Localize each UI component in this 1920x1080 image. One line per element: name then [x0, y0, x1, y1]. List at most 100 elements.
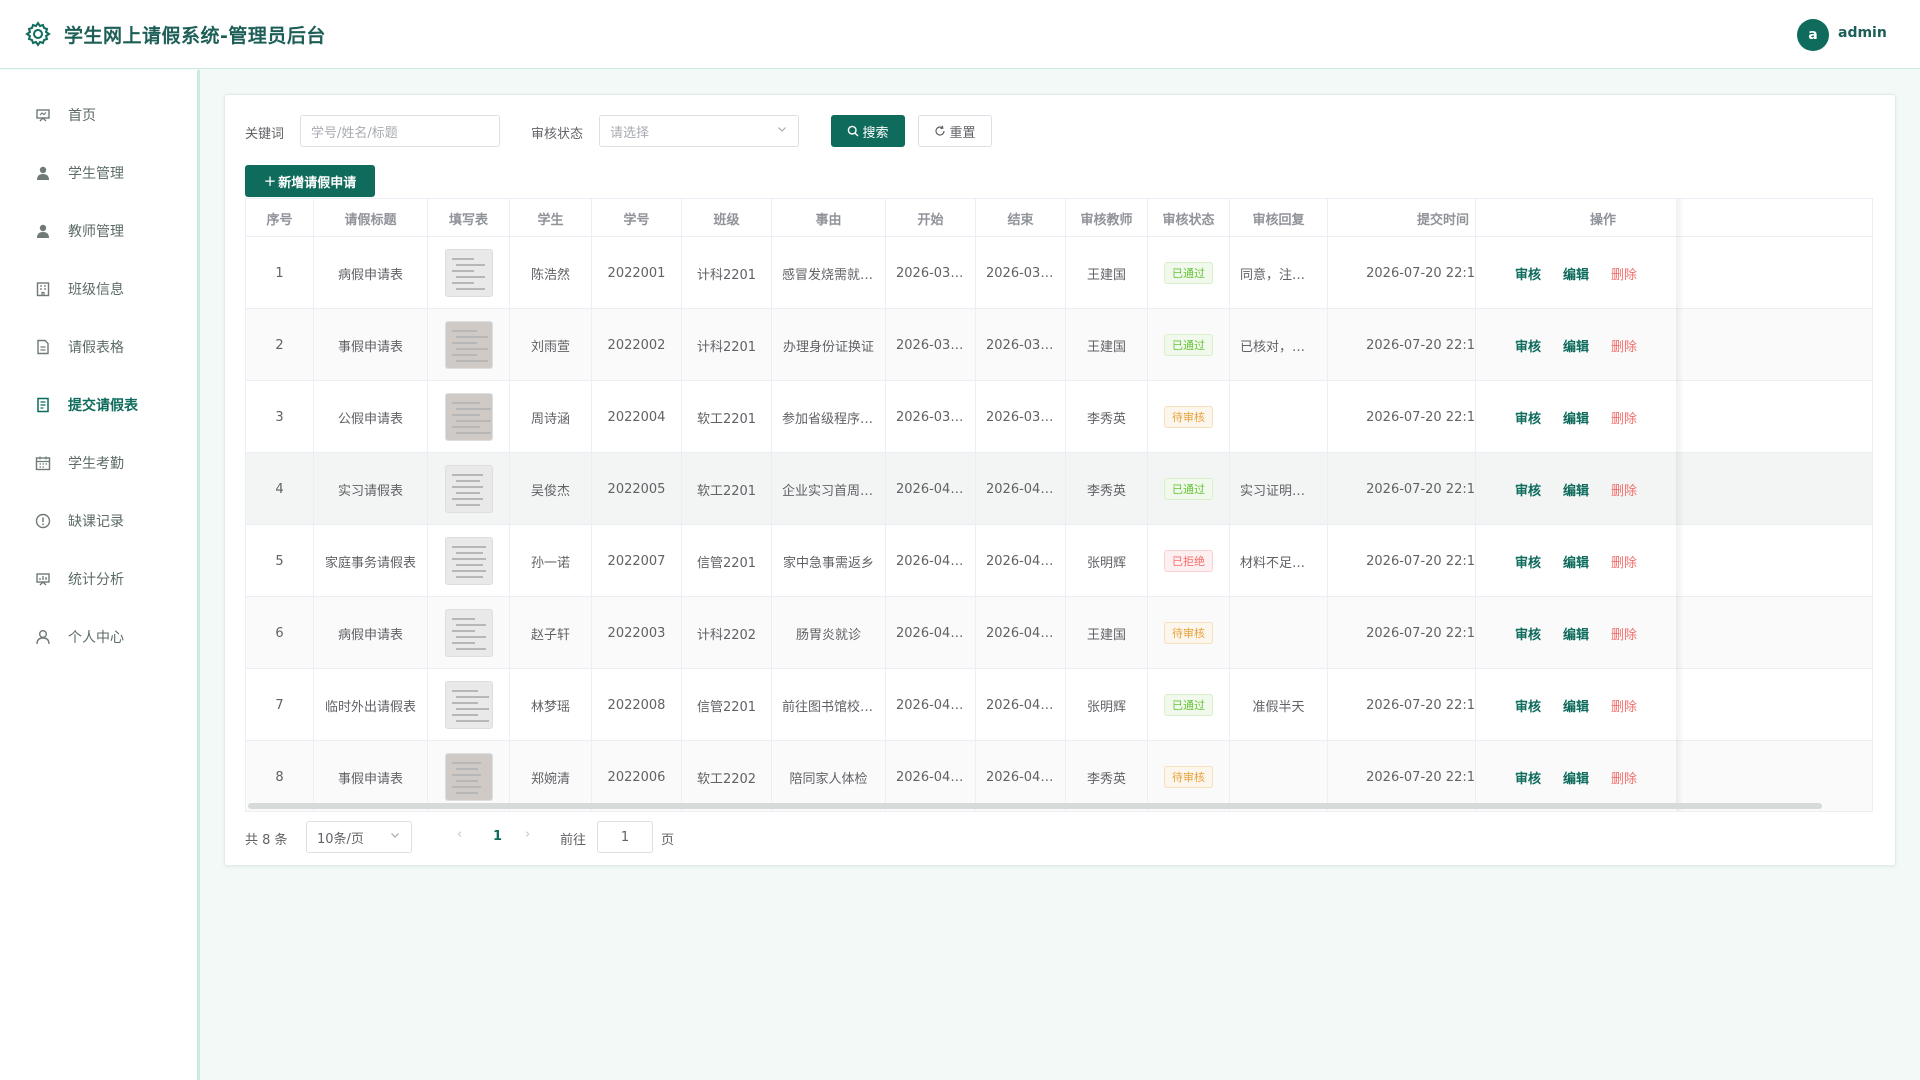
avatar[interactable]: a [1797, 19, 1829, 51]
cell-text: 6 [275, 625, 284, 641]
cell-end: 2026-04-15 [976, 669, 1066, 741]
add-leave-button[interactable]: + 新增请假申请 [245, 165, 375, 197]
cell-text: 2022006 [607, 769, 666, 785]
review-button[interactable]: 审核 [1515, 336, 1541, 355]
status-badge: 待审核 [1164, 406, 1213, 428]
form-thumbnail[interactable] [444, 393, 493, 441]
delete-button[interactable]: 删除 [1611, 552, 1637, 571]
username[interactable]: admin [1838, 25, 1887, 41]
edit-button[interactable]: 编辑 [1563, 768, 1589, 787]
sidebar-item-leave-forms[interactable]: 请假表格 [0, 318, 197, 376]
plus-icon: + [263, 172, 277, 190]
edit-button[interactable]: 编辑 [1563, 552, 1589, 571]
review-button[interactable]: 审核 [1515, 552, 1541, 571]
page-number-current[interactable]: 1 [493, 829, 502, 844]
cell-start: 2026-03-25 [886, 381, 976, 453]
cell-thumb [428, 669, 510, 741]
table-row: 2 事假申请表 刘雨萱 2022002 计科2201 办理身份证换证 2026-03-21 2… [246, 309, 1872, 381]
sidebar-item-attendance[interactable]: 学生考勤 [0, 434, 197, 492]
sidebar-item-label: 缺课记录 [68, 514, 124, 530]
form-thumbnail[interactable] [444, 465, 493, 513]
cell-text: 软工2201 [696, 411, 757, 427]
cell-submitted: 2026-07-20 22:1 [1328, 597, 1476, 669]
cell-text: 2026-07-20 22:1 [1366, 265, 1475, 281]
keyword-input[interactable]: 学号/姓名/标题 [300, 115, 500, 147]
sidebar-item-profile[interactable]: 个人中心 [0, 608, 197, 666]
cell-text: 周诗涵 [530, 411, 570, 427]
edit-button[interactable]: 编辑 [1563, 696, 1589, 715]
cell-text: 李秀英 [1086, 411, 1126, 427]
sidebar-item-absence[interactable]: 缺课记录 [0, 492, 197, 550]
delete-button[interactable]: 删除 [1611, 408, 1637, 427]
review-button[interactable]: 审核 [1515, 696, 1541, 715]
leave-table: 序号 请假标题 填写表 学生 学号 班级 事由 开始 结束 审核教师 审核状态 … [245, 198, 1873, 812]
reset-button[interactable]: 重置 [918, 115, 992, 147]
column-header: 班级 [682, 199, 772, 237]
goto-page-value: 1 [620, 829, 630, 845]
delete-button[interactable]: 删除 [1611, 480, 1637, 499]
column-header: 事由 [772, 199, 886, 237]
status-select[interactable]: 请选择 [599, 115, 799, 147]
review-button[interactable]: 审核 [1515, 480, 1541, 499]
cell-text: 软工2201 [696, 483, 757, 499]
column-header: 操作 [1590, 212, 1617, 228]
form-thumbnail[interactable] [444, 321, 493, 369]
edit-button[interactable]: 编辑 [1563, 336, 1589, 355]
cell-text: 2022007 [607, 553, 666, 569]
column-header: 结束 [976, 199, 1066, 237]
main-card: 关键词 学号/姓名/标题 审核状态 请选择 搜索 重置 + 新增请假申请 序号 … [224, 94, 1896, 866]
cell-text: 病假申请表 [337, 267, 403, 283]
sidebar-item-students[interactable]: 学生管理 [0, 144, 197, 202]
form-thumbnail[interactable] [444, 753, 493, 801]
cell-reply [1230, 381, 1328, 453]
delete-button[interactable]: 删除 [1611, 768, 1637, 787]
review-button[interactable]: 审核 [1515, 408, 1541, 427]
form-thumbnail[interactable] [444, 681, 493, 729]
cell-text: 2026-03-25 [896, 409, 972, 425]
cell-text: 事假申请表 [337, 771, 403, 787]
next-page-icon[interactable]: › [525, 827, 530, 842]
cell-cls: 计科2201 [682, 309, 772, 381]
form-thumbnail[interactable] [444, 249, 493, 297]
column-header: 审核回复 [1230, 199, 1328, 237]
cell-ops: 审核 编辑 删除 [1476, 597, 1872, 669]
cell-text: 2026-04-18 [896, 769, 972, 785]
delete-button[interactable]: 删除 [1611, 336, 1637, 355]
cell-submitted: 2026-07-20 22:1 [1328, 381, 1476, 453]
goto-page-input[interactable]: 1 [597, 821, 653, 853]
page-size-select[interactable]: 10条/页 [306, 821, 412, 853]
cell-start: 2026-04-15 [886, 669, 976, 741]
cell-text: 2022008 [607, 697, 666, 713]
delete-button[interactable]: 删除 [1611, 624, 1637, 643]
delete-button[interactable]: 删除 [1611, 264, 1637, 283]
form-thumbnail[interactable] [444, 537, 493, 585]
reset-button-label: 重置 [949, 125, 976, 141]
cell-text: 计科2202 [696, 627, 757, 643]
edit-button[interactable]: 编辑 [1563, 624, 1589, 643]
sidebar-item-submit-leave[interactable]: 提交请假表 [0, 376, 197, 434]
prev-page-icon[interactable]: ‹ [457, 827, 462, 842]
building-icon [34, 280, 52, 298]
edit-button[interactable]: 编辑 [1563, 480, 1589, 499]
sidebar-item-teachers[interactable]: 教师管理 [0, 202, 197, 260]
horizontal-scrollbar[interactable] [248, 803, 1822, 809]
total-count: 共 8 条 [245, 833, 288, 848]
cell-text: 2026-03-27 [986, 409, 1062, 425]
sidebar-item-statistics[interactable]: 统计分析 [0, 550, 197, 608]
top-header: 学生网上请假系统-管理员后台 a admin [0, 0, 1920, 69]
form-thumbnail[interactable] [444, 609, 493, 657]
edit-button[interactable]: 编辑 [1563, 408, 1589, 427]
search-button[interactable]: 搜索 [831, 115, 905, 147]
cell-end: 2026-04-13 [976, 597, 1066, 669]
cell-text: 2026-04-05 [986, 481, 1062, 497]
review-button[interactable]: 审核 [1515, 264, 1541, 283]
edit-button[interactable]: 编辑 [1563, 264, 1589, 283]
review-button[interactable]: 审核 [1515, 768, 1541, 787]
sidebar-item-home[interactable]: 首页 [0, 86, 197, 144]
delete-button[interactable]: 删除 [1611, 696, 1637, 715]
cell-student: 陈浩然 [510, 237, 592, 309]
review-button[interactable]: 审核 [1515, 624, 1541, 643]
sidebar-item-classes[interactable]: 班级信息 [0, 260, 197, 318]
person-icon [34, 628, 52, 646]
cell-text: 李秀英 [1086, 771, 1126, 787]
